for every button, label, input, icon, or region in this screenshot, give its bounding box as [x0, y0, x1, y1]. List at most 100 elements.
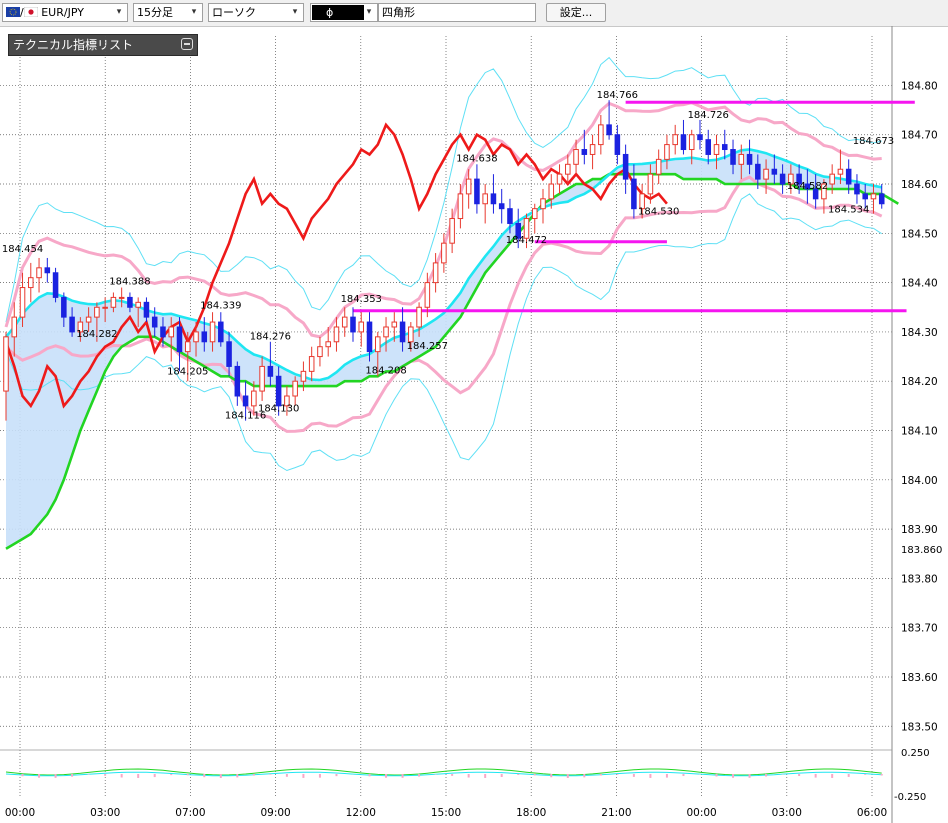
chevron-down-icon: ▾	[116, 7, 122, 17]
chevron-down-icon: ▾	[292, 7, 298, 17]
price-annotation: 184.638	[456, 153, 497, 164]
candle-body	[771, 168, 778, 175]
price-annotation: 184.534	[828, 205, 869, 216]
candle-body	[300, 370, 307, 382]
candle-body	[151, 316, 158, 328]
candle-body	[19, 287, 26, 318]
candle-body	[465, 178, 472, 195]
candle-body	[432, 262, 439, 284]
candle-body	[606, 124, 612, 136]
candle-body	[399, 321, 406, 343]
candle-body	[713, 144, 720, 155]
candle-body	[655, 158, 662, 175]
settings-button[interactable]: 設定...	[546, 3, 606, 22]
candle-body	[870, 193, 877, 200]
candle-body	[102, 306, 108, 309]
candle-body	[127, 296, 133, 308]
candle-body	[779, 173, 786, 185]
candle-body	[837, 168, 844, 175]
candle-body	[408, 326, 414, 343]
price-annotation: 184.454	[2, 244, 43, 255]
candle-body	[226, 341, 232, 367]
price-tick-label: 184.60	[901, 179, 938, 191]
oscillator-pane: 0.250 -0.250	[5, 748, 930, 803]
price-annotation: 184.530	[638, 207, 679, 218]
candle-body	[573, 149, 579, 165]
timeframe-label: 15分足	[137, 6, 173, 19]
candle-body	[267, 365, 274, 377]
candle-body	[614, 134, 621, 155]
candle-body	[721, 144, 728, 151]
candle-body	[350, 316, 356, 333]
candle-body	[143, 301, 150, 318]
eu-flag-icon	[6, 5, 20, 22]
shape-field[interactable]: 四角形	[378, 3, 536, 22]
price-chart[interactable]: 184.454 184.388 184.282 184.339 184.205 184.2…	[0, 26, 948, 823]
line-color-select[interactable]: ɸ ▾	[310, 3, 378, 22]
price-tick-label: 183.50	[901, 721, 938, 733]
time-tick-label: 09:00	[260, 807, 290, 819]
candle-body	[358, 321, 365, 333]
candle-body	[854, 183, 860, 195]
candle-body	[705, 139, 712, 155]
time-tick-label: 00:00	[686, 807, 716, 819]
candle-body	[341, 316, 348, 328]
candle-body	[507, 208, 513, 224]
chevron-down-icon: ▾	[191, 7, 197, 17]
price-tick-label: 184.30	[901, 327, 938, 339]
jp-flag-icon	[23, 5, 38, 22]
candle-body	[556, 173, 563, 185]
timeframe-select[interactable]: 15分足 ▾	[133, 3, 203, 22]
candle-body	[531, 208, 538, 220]
symbol-select[interactable]: / EUR/JPY ▾	[2, 3, 128, 22]
candle-body	[325, 341, 331, 348]
time-tick-label: 07:00	[175, 807, 205, 819]
candle-body	[498, 203, 505, 210]
price-tick-label: 183.70	[901, 623, 938, 635]
line-style-glyph: ɸ	[326, 6, 334, 19]
candle-body	[845, 168, 852, 185]
candle-body	[672, 134, 678, 146]
price-annotation: 184.673	[853, 136, 894, 147]
symbol-label: EUR/JPY	[41, 6, 84, 19]
candle-body	[548, 183, 555, 200]
candle-body	[738, 153, 745, 165]
candle-body	[697, 134, 703, 141]
candle-body	[28, 277, 34, 289]
price-annotation: 184.339	[200, 301, 241, 312]
candle-body	[52, 272, 59, 298]
candle-body	[482, 193, 488, 205]
candle-body	[449, 218, 455, 244]
candle-body	[94, 306, 100, 318]
price-tick-label: 184.10	[901, 426, 938, 438]
candle-body	[275, 375, 282, 407]
candle-body	[878, 193, 885, 205]
candle-body	[135, 301, 141, 308]
time-tick-label: 15:00	[431, 807, 461, 819]
candle-body	[688, 134, 695, 151]
candle-body	[333, 326, 340, 343]
candle-body	[69, 316, 75, 333]
candle-body	[184, 341, 191, 353]
candle-body	[598, 124, 604, 146]
price-tick-label: 184.80	[901, 80, 938, 92]
candle-body	[647, 173, 654, 195]
time-axis: 00:00 03:00 07:00 09:00 12:00 15:00 18:00 21:00…	[5, 807, 887, 819]
color-swatch: ɸ	[312, 5, 364, 20]
candle-body	[862, 193, 868, 200]
candle-body	[234, 365, 241, 397]
candle-body	[474, 178, 480, 205]
shape-label: 四角形	[382, 6, 415, 19]
osc-tick-label: 0.250	[901, 748, 930, 759]
candle-body	[730, 149, 736, 165]
candle-body	[242, 395, 249, 407]
candle-body	[664, 144, 670, 160]
price-annotation: 184.582	[787, 181, 828, 192]
candle-body	[292, 380, 298, 397]
candle-body	[441, 242, 447, 264]
chart-type-select[interactable]: ローソク ▾	[208, 3, 304, 22]
price-tick-label: 184.00	[901, 475, 938, 487]
price-tick-label: 183.60	[901, 672, 938, 684]
price-annotation: 184.208	[365, 365, 406, 376]
candle-body	[589, 144, 596, 155]
